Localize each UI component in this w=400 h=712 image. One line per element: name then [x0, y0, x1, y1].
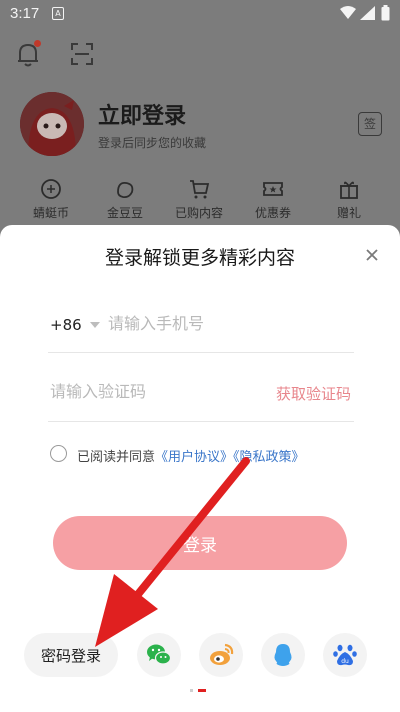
- phone-input[interactable]: [108, 312, 348, 338]
- wifi-icon: [340, 6, 356, 19]
- quick-item-coupons[interactable]: 优惠券: [238, 178, 308, 221]
- notification-a-icon: A: [52, 7, 64, 20]
- login-button[interactable]: 登录: [53, 516, 347, 570]
- avatar-mascot-icon: [20, 92, 84, 156]
- privacy-policy-link[interactable]: 《隐私政策》: [233, 450, 305, 465]
- battery-icon: [381, 5, 390, 21]
- wechat-icon: [147, 644, 172, 665]
- page-indicator: [190, 689, 206, 692]
- baidu-login-button[interactable]: du: [323, 633, 367, 677]
- baidu-icon: du: [333, 644, 357, 666]
- avatar[interactable]: [20, 92, 84, 156]
- chevron-down-icon[interactable]: [90, 322, 100, 328]
- quick-item-label: 已购内容: [174, 206, 223, 220]
- quick-item-label: 赠礼: [336, 206, 361, 220]
- cart-icon: [190, 180, 210, 199]
- divider: [48, 352, 354, 353]
- quick-item-label: 金豆豆: [106, 206, 143, 220]
- verification-code-input[interactable]: [50, 380, 250, 406]
- svg-text:du: du: [341, 658, 349, 665]
- wechat-login-button[interactable]: [137, 633, 181, 677]
- quick-item-beans[interactable]: 金豆豆: [90, 178, 160, 221]
- user-agreement-link[interactable]: 《用户协议》: [155, 450, 233, 465]
- login-sheet-title: 登录解锁更多精彩内容: [104, 247, 295, 269]
- agreement-text: 已阅读并同意《用户协议》《隐私政策》: [77, 446, 305, 465]
- ticket-icon: [263, 182, 283, 196]
- qq-login-button[interactable]: [261, 633, 305, 677]
- gift-icon: [340, 181, 358, 199]
- coin-icon: [41, 179, 61, 199]
- quick-item-purchased[interactable]: 已购内容: [164, 178, 234, 221]
- weibo-login-button[interactable]: [199, 633, 243, 677]
- sign-in-icon[interactable]: 签: [358, 112, 382, 136]
- bean-icon: [117, 182, 134, 199]
- quick-item-label: 优惠券: [254, 206, 291, 220]
- status-time: 3:17: [10, 5, 40, 22]
- quick-item-gifts[interactable]: 赠礼: [314, 178, 384, 221]
- agree-radio[interactable]: [50, 445, 67, 462]
- agree-prefix: 已阅读并同意: [77, 450, 156, 465]
- scan-icon[interactable]: [70, 42, 94, 66]
- quick-item-label: 蜻蜓币: [32, 206, 69, 220]
- login-now-subtitle: 登录后同步您的收藏: [98, 136, 207, 150]
- close-icon[interactable]: [362, 245, 382, 265]
- divider: [48, 421, 354, 422]
- get-code-button[interactable]: 获取验证码: [276, 383, 351, 404]
- status-bar: 3:17 A: [0, 0, 400, 28]
- login-now-title[interactable]: 立即登录: [98, 98, 186, 130]
- country-code[interactable]: +86: [50, 316, 82, 334]
- qq-icon: [274, 644, 292, 666]
- weibo-icon: [210, 643, 234, 665]
- password-login-button[interactable]: 密码登录: [24, 633, 118, 677]
- quick-item-coins[interactable]: 蜻蜓币: [16, 178, 86, 221]
- signal-icon: [360, 6, 375, 20]
- notification-dot: [34, 40, 41, 47]
